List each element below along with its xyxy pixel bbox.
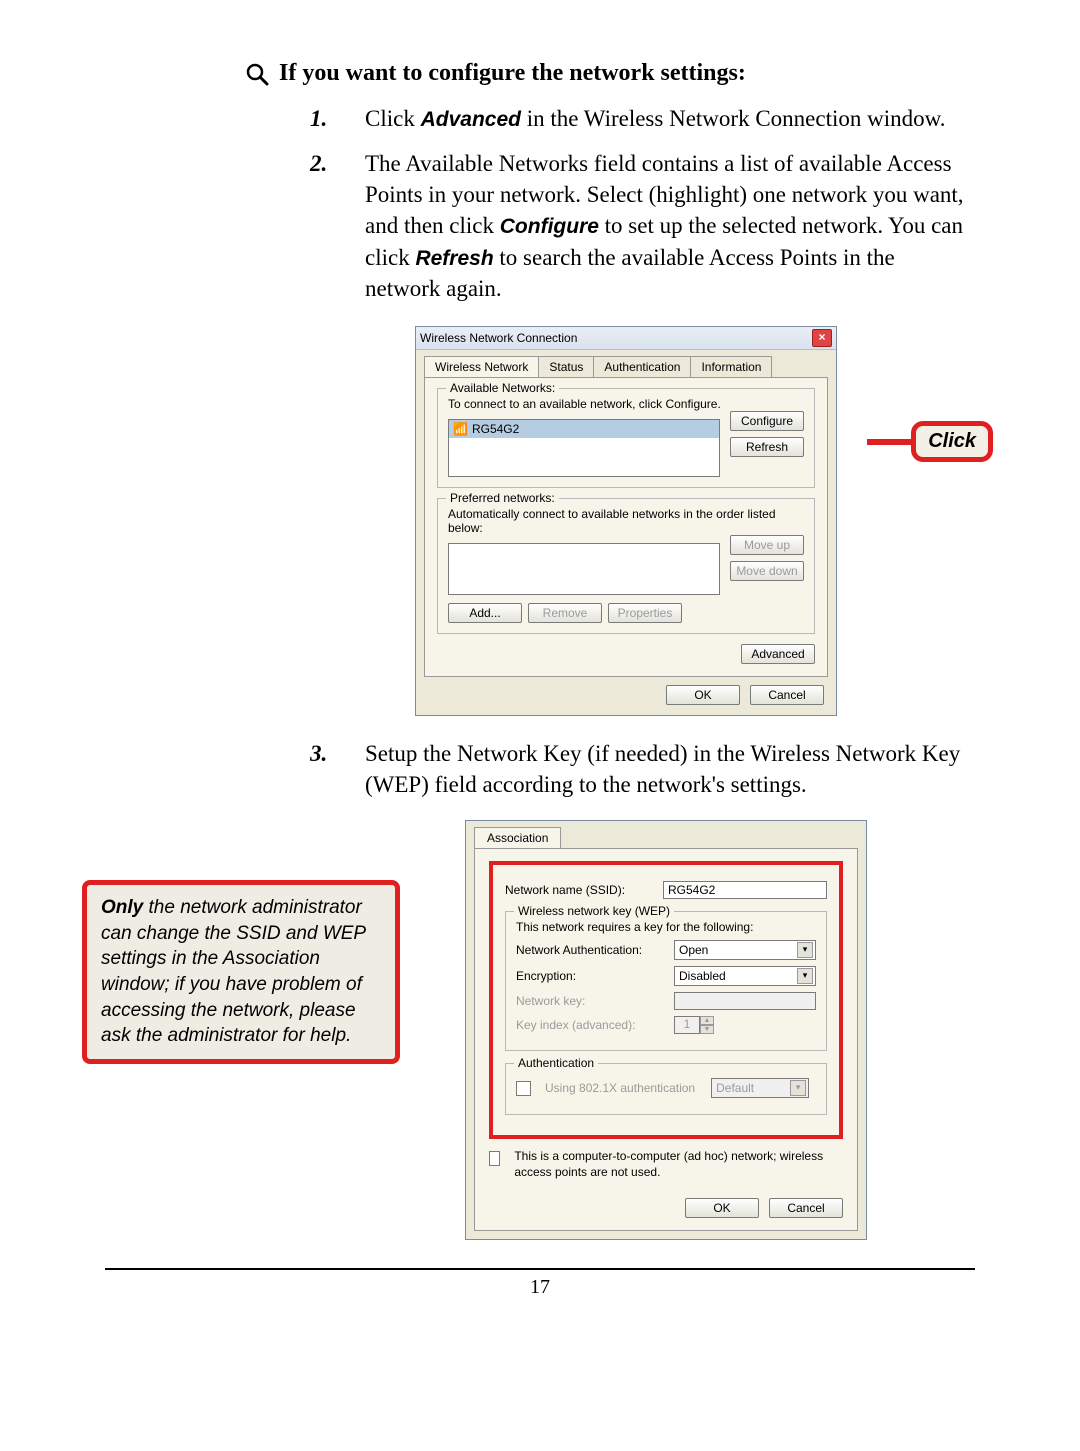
ssid-input[interactable]: RG54G2 — [663, 881, 827, 899]
step-1: 1. Click Advanced in the Wireless Networ… — [310, 103, 975, 134]
ok-button[interactable]: OK — [685, 1198, 759, 1218]
admin-note: Only the network administrator can chang… — [82, 880, 400, 1064]
network-name: RG54G2 — [472, 422, 519, 436]
encryption-select[interactable]: Disabled▾ — [674, 966, 816, 986]
adhoc-label: This is a computer-to-computer (ad hoc) … — [514, 1149, 843, 1180]
magnifier-icon — [245, 62, 269, 86]
page-number: 17 — [105, 1268, 975, 1299]
key-index-spinner: 1 ▲▼ — [674, 1016, 714, 1034]
group-label: Available Networks: — [446, 381, 559, 395]
step-number: 1. — [310, 103, 327, 134]
section-heading: If you want to configure the network set… — [279, 60, 746, 87]
key-index-label: Key index (advanced): — [516, 1018, 666, 1032]
tab-authentication[interactable]: Authentication — [593, 356, 691, 377]
auth-label: Network Authentication: — [516, 943, 666, 957]
ssid-label: Network name (SSID): — [505, 883, 655, 897]
adhoc-checkbox[interactable] — [489, 1151, 500, 1166]
tab-wireless-network[interactable]: Wireless Network — [424, 356, 539, 377]
available-networks-group: Available Networks: To connect to an ava… — [437, 388, 815, 488]
preferred-networks-group: Preferred networks: Automatically connec… — [437, 498, 815, 634]
refresh-button[interactable]: Refresh — [730, 437, 804, 457]
click-label: Click — [911, 421, 993, 462]
moveup-button[interactable]: Move up — [730, 535, 804, 555]
network-key-input — [674, 992, 816, 1010]
authn-group-label: Authentication — [514, 1056, 598, 1070]
movedown-button[interactable]: Move down — [730, 561, 804, 581]
ui-term: Configure — [500, 215, 599, 238]
ui-term: Refresh — [415, 247, 493, 270]
remove-button[interactable]: Remove — [528, 603, 602, 623]
network-key-label: Network key: — [516, 994, 666, 1008]
add-button[interactable]: Add... — [448, 603, 522, 623]
step-2: 2. The Available Networks field contains… — [310, 148, 975, 304]
tab-information[interactable]: Information — [690, 356, 772, 377]
note-text: the network administrator can change the… — [101, 897, 365, 1046]
ui-term: Advanced — [421, 108, 521, 131]
chevron-down-icon: ▾ — [797, 942, 813, 958]
step-3: 3. Setup the Network Key (if needed) in … — [310, 738, 975, 800]
preferred-networks-list[interactable] — [448, 543, 720, 595]
group-hint: Automatically connect to available netwo… — [448, 507, 804, 535]
association-dialog-screenshot: Association Network name (SSID): RG54G2 … — [465, 820, 865, 1240]
network-item[interactable]: 📶 RG54G2 — [449, 420, 719, 438]
click-callout: Click — [867, 421, 993, 462]
wireless-dialog-screenshot: Wireless Network Connection × Wireless N… — [415, 326, 915, 716]
group-hint: To connect to an available network, clic… — [448, 397, 804, 411]
configure-button[interactable]: Configure — [730, 411, 804, 431]
titlebar: Wireless Network Connection × — [416, 327, 836, 350]
encryption-label: Encryption: — [516, 969, 666, 983]
highlighted-area: Network name (SSID): RG54G2 Wireless net… — [489, 861, 843, 1139]
tab-association[interactable]: Association — [474, 827, 561, 848]
auth-select[interactable]: Open▾ — [674, 940, 816, 960]
8021x-label: Using 802.1X authentication — [545, 1081, 695, 1095]
step-number: 3. — [310, 738, 327, 769]
wep-group-label: Wireless network key (WEP) — [514, 904, 674, 918]
chevron-down-icon: ▾ — [797, 968, 813, 984]
close-icon[interactable]: × — [812, 329, 832, 347]
group-label: Preferred networks: — [446, 491, 559, 505]
8021x-checkbox[interactable] — [516, 1081, 531, 1096]
8021x-select: Default▾ — [711, 1078, 809, 1098]
chevron-down-icon: ▾ — [790, 1080, 806, 1096]
window-title: Wireless Network Connection — [420, 331, 577, 345]
wep-hint: This network requires a key for the foll… — [516, 920, 816, 934]
tab-status[interactable]: Status — [538, 356, 594, 377]
step-text: Click — [365, 106, 421, 131]
step-text: in the Wireless Network Connection windo… — [521, 106, 946, 131]
available-networks-list[interactable]: 📶 RG54G2 — [448, 419, 720, 477]
step-number: 2. — [310, 148, 327, 179]
step-text: Setup the Network Key (if needed) in the… — [365, 741, 960, 797]
advanced-button[interactable]: Advanced — [741, 644, 815, 664]
properties-button[interactable]: Properties — [608, 603, 682, 623]
antenna-icon: 📶 — [453, 422, 468, 436]
note-emphasis: Only — [101, 897, 143, 918]
cancel-button[interactable]: Cancel — [769, 1198, 843, 1218]
ok-button[interactable]: OK — [666, 685, 740, 705]
cancel-button[interactable]: Cancel — [750, 685, 824, 705]
